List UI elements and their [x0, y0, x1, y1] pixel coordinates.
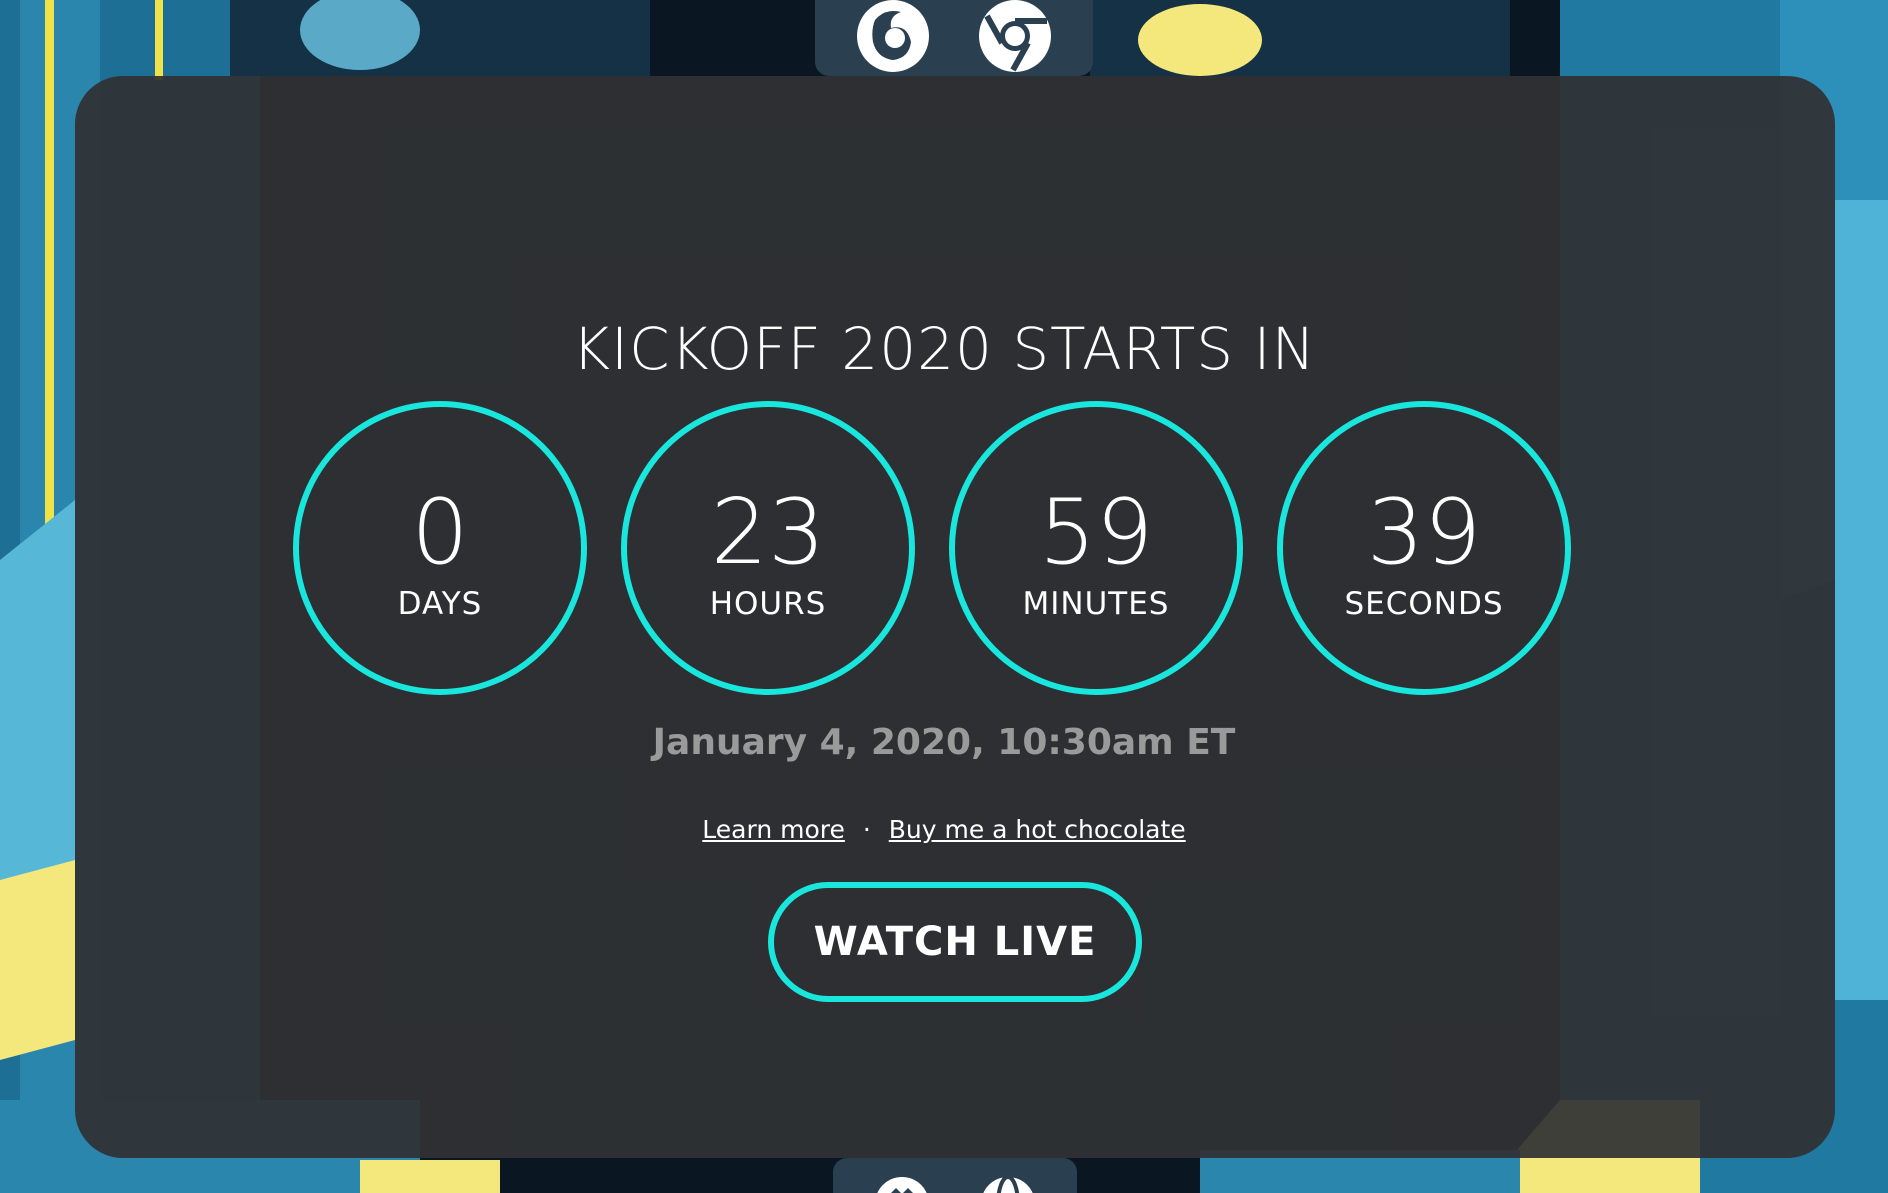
seconds-value: 39	[1366, 480, 1482, 585]
bottom-icon-dock	[833, 1158, 1077, 1193]
github-icon[interactable]	[874, 1176, 930, 1193]
countdown-minutes: 59 MINUTES	[949, 401, 1243, 695]
hours-value: 23	[710, 480, 826, 585]
hot-chocolate-link[interactable]: Buy me a hot chocolate	[889, 815, 1186, 844]
days-value: 0	[411, 480, 469, 585]
event-date: January 4, 2020, 10:30am ET	[652, 722, 1236, 763]
link-separator: ·	[862, 815, 871, 844]
minutes-value: 59	[1038, 480, 1154, 585]
footer-links: Learn more · Buy me a hot chocolate	[0, 815, 1888, 844]
learn-more-link[interactable]: Learn more	[702, 815, 845, 844]
days-label: DAYS	[397, 586, 483, 622]
globe-icon[interactable]	[980, 1175, 1036, 1193]
chrome-icon[interactable]	[977, 0, 1053, 78]
countdown-hours: 23 HOURS	[621, 401, 915, 695]
countdown-days: 0 DAYS	[293, 401, 587, 695]
hours-label: HOURS	[709, 586, 827, 622]
seconds-label: SECONDS	[1344, 586, 1504, 622]
countdown-timer: 0 DAYS 23 HOURS 59 MINUTES 39 SECONDS	[293, 401, 1571, 695]
firefox-icon[interactable]	[855, 0, 931, 78]
page-title: KICKOFF 2020 STARTS IN	[571, 314, 1317, 383]
countdown-seconds: 39 SECONDS	[1277, 401, 1571, 695]
minutes-label: MINUTES	[1022, 586, 1170, 622]
browser-extension-dock	[815, 0, 1093, 76]
watch-live-button[interactable]: WATCH LIVE	[768, 882, 1142, 1002]
